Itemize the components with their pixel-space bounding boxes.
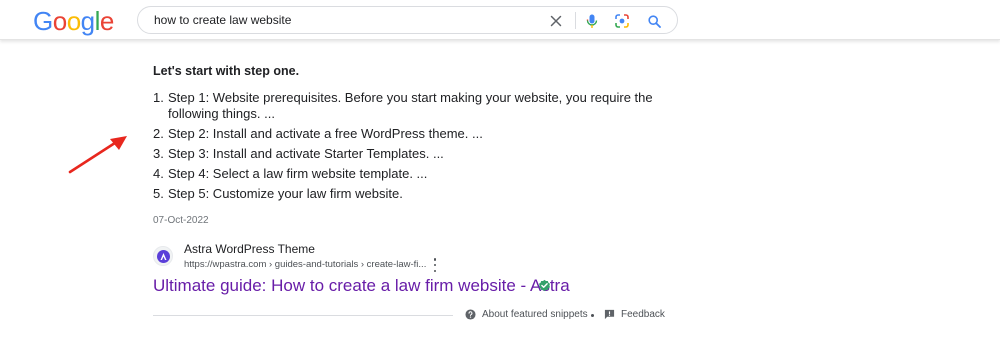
list-item: 1. Step 1: Website prerequisites. Before … [153, 90, 673, 122]
list-item: 2. Step 2: Install and activate a free Wo… [153, 126, 673, 142]
step-text: Step 5: Customize your law firm website. [168, 186, 403, 201]
footer-divider [153, 315, 453, 316]
logo-letter: G [33, 6, 53, 36]
result-source[interactable]: Astra WordPress Theme https://wpastra.co… [153, 241, 673, 272]
snippet-heading: Let's start with step one. [153, 64, 300, 78]
result-title-link[interactable]: Ultimate guide: How to create a law firm… [153, 276, 570, 296]
steps-list: 1. Step 1: Website prerequisites. Before … [153, 90, 673, 202]
search-divider [575, 12, 576, 29]
logo-letter: g [80, 6, 95, 36]
step-text: Step 3: Install and activate Starter Tem… [168, 146, 444, 161]
feedback-link[interactable]: Feedback [604, 309, 665, 320]
featured-snippet: Let's start with step one. 1. Step 1: Web… [153, 58, 673, 226]
about-featured-snippets-link[interactable]: About featured snippets [465, 309, 588, 320]
search-header: Google how to create law website [0, 0, 1000, 40]
astra-logo-icon [153, 246, 173, 266]
step-text: Step 1: Website prerequisites. Before yo… [168, 90, 653, 121]
site-url: https://wpastra.com › guides-and-tutoria… [184, 259, 427, 270]
google-logo[interactable]: Google [33, 6, 114, 36]
about-label: About featured snippets [482, 309, 588, 320]
footer-separator [591, 314, 594, 317]
step-number: 3. [153, 146, 164, 161]
step-text: Step 4: Select a law firm website templa… [168, 166, 428, 181]
annotation-arrow [68, 136, 127, 174]
feedback-icon [604, 309, 615, 320]
mic-icon[interactable] [584, 13, 600, 29]
snippet-date: 07-Oct-2022 [153, 215, 209, 226]
verified-badge-icon [539, 279, 550, 292]
search-input[interactable]: how to create law website [154, 13, 291, 27]
close-icon[interactable] [548, 13, 564, 29]
search-box[interactable]: how to create law website [137, 6, 678, 34]
step-number: 1. [153, 90, 164, 105]
logo-letter: e [99, 6, 114, 36]
list-item: 3. Step 3: Install and activate Starter T… [153, 146, 673, 162]
logo-letter: o [66, 6, 81, 36]
search-icon[interactable] [646, 13, 662, 29]
list-item: 5. Step 5: Customize your law firm websit… [153, 186, 673, 202]
feedback-label: Feedback [621, 309, 665, 320]
help-icon [465, 309, 476, 320]
lens-icon[interactable] [614, 13, 630, 29]
step-text: Step 2: Install and activate a free Word… [168, 126, 483, 141]
list-item: 4. Step 4: Select a law firm website temp… [153, 166, 673, 182]
step-number: 5. [153, 186, 164, 201]
step-number: 2. [153, 126, 164, 141]
more-options-icon[interactable] [430, 258, 440, 272]
logo-letter: o [52, 6, 67, 36]
step-number: 4. [153, 166, 164, 181]
site-name: Astra WordPress Theme [184, 242, 315, 256]
